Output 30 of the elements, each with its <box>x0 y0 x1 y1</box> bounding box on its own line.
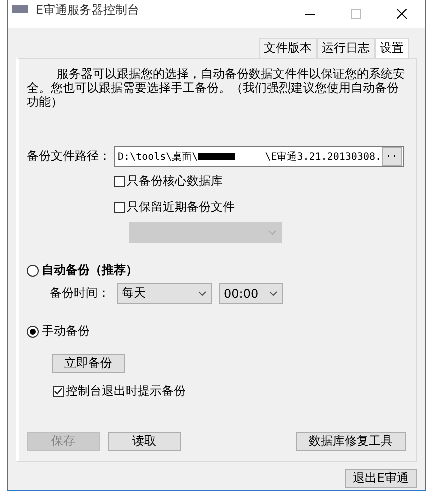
prompt-label: 控制台退出时提示备份 <box>66 383 186 400</box>
browse-button[interactable]: .. <box>382 147 402 166</box>
checkbox[interactable] <box>114 176 125 187</box>
auto-backup-label: 自动备份（推荐） <box>42 262 138 279</box>
time-label: 备份时间： <box>50 285 107 302</box>
chevron-icon <box>268 230 277 236</box>
app-icon <box>12 5 28 13</box>
action-button[interactable]: 读取 <box>108 432 181 451</box>
time-dropdown[interactable]: 00:00 <box>219 283 283 304</box>
description-text: 服务器可以跟据您的选择，自动备份数据文件件以保证您的系统安全。您也可以跟据需要选择手工备份。（我们强烈建议您使用自动备份功能） <box>27 67 406 109</box>
checkbox[interactable] <box>114 202 125 213</box>
tab[interactable]: 运行日志 <box>317 38 375 58</box>
window-title: E审通服务器控制台 <box>36 2 141 18</box>
path-field[interactable]: D:\tools\桌面\ \E审通3.21.20130308. .. <box>114 146 404 167</box>
option-label: 只备份核心数据库 <box>127 173 223 190</box>
chevron-icon <box>198 290 207 296</box>
tab[interactable]: 文件版本 <box>259 38 317 58</box>
radio-button[interactable] <box>27 326 39 338</box>
backup-now-button[interactable]: 立即备份 <box>52 354 125 373</box>
chevron-icon <box>269 290 278 296</box>
radio-button[interactable] <box>27 264 39 276</box>
tab[interactable]: 设置 <box>375 38 409 58</box>
option-label: 只保留近期备份文件 <box>127 199 235 216</box>
exit-button[interactable]: 退出E审通 <box>345 469 417 488</box>
path-label: 备份文件路径： <box>27 148 112 165</box>
frequency-dropdown[interactable]: 每天 <box>117 283 212 304</box>
action-button[interactable]: 数据库修复工具 <box>296 432 406 451</box>
manual-backup-label: 手动备份 <box>42 323 90 340</box>
close-icon[interactable] <box>397 9 407 19</box>
checkbox[interactable] <box>53 386 64 397</box>
